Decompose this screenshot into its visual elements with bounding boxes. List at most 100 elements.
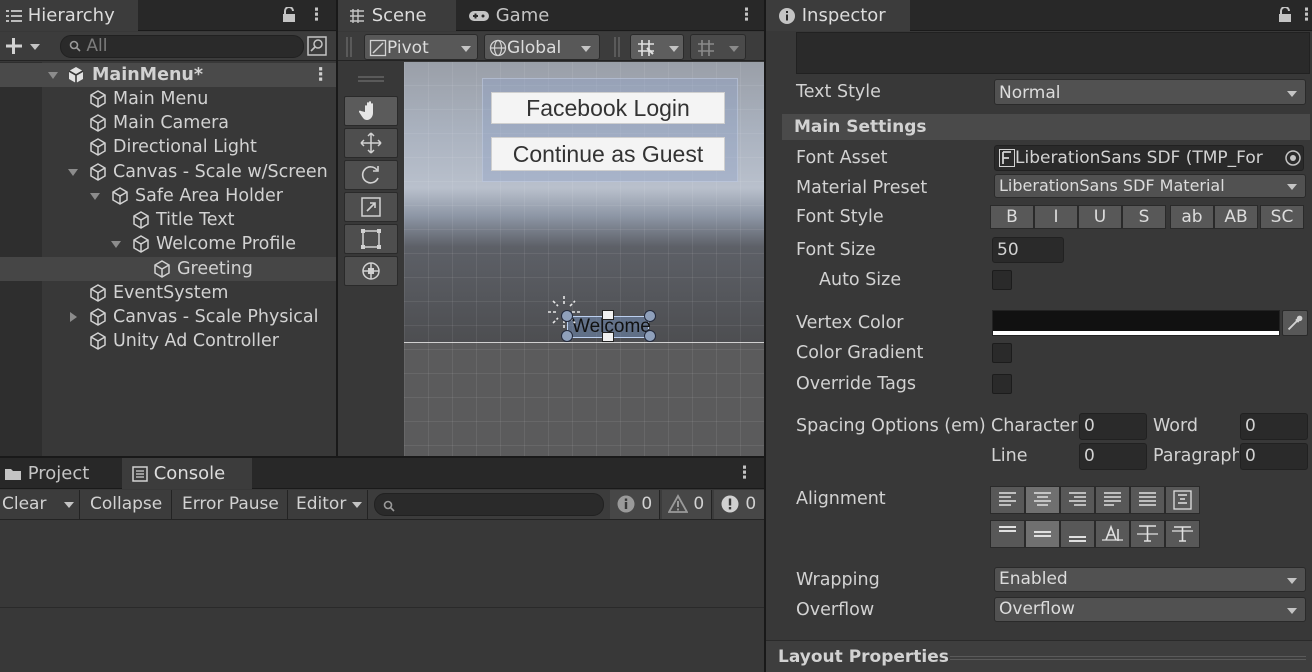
resize-handle[interactable] xyxy=(561,310,573,322)
anchor-handle[interactable] xyxy=(602,310,614,320)
text-input-area[interactable] xyxy=(796,32,1310,74)
hierarchy-item[interactable]: EventSystem xyxy=(0,281,336,305)
global-dropdown[interactable]: Global xyxy=(484,34,600,60)
rect-tool-button[interactable] xyxy=(344,224,398,254)
grid-toggle-button[interactable] xyxy=(690,34,746,60)
collapse-arrow-icon[interactable] xyxy=(70,312,77,322)
align-left-button[interactable] xyxy=(990,486,1025,514)
tab-console[interactable]: Console xyxy=(122,458,252,489)
text-style-dropdown[interactable]: Normal xyxy=(994,79,1306,105)
hierarchy-item[interactable]: Main Camera xyxy=(0,111,336,135)
scene-search-icon[interactable] xyxy=(307,36,327,56)
transform-tool-button[interactable] xyxy=(344,256,398,286)
paragraph-spacing-input[interactable]: 0 xyxy=(1240,443,1308,470)
facebook-login-button[interactable]: Facebook Login xyxy=(491,92,725,124)
expand-arrow-icon[interactable] xyxy=(111,241,121,248)
lowercase-button[interactable]: ab xyxy=(1170,205,1214,229)
console-detail-area[interactable] xyxy=(0,609,764,672)
hierarchy-item[interactable]: Welcome Profile xyxy=(0,232,336,256)
underline-button[interactable]: U xyxy=(1078,205,1122,229)
hierarchy-item[interactable]: Main Menu xyxy=(0,87,336,111)
continue-guest-button[interactable]: Continue as Guest xyxy=(491,137,725,171)
console-log-area[interactable] xyxy=(0,520,764,608)
hierarchy-item[interactable]: Safe Area Holder xyxy=(0,184,336,208)
move-tool-button[interactable] xyxy=(344,128,398,158)
tab-project[interactable]: Project xyxy=(0,458,99,489)
console-menu-icon[interactable]: ⋮ xyxy=(736,458,753,489)
hierarchy-search-input[interactable]: All xyxy=(60,35,304,58)
anchor-handle[interactable] xyxy=(602,332,614,342)
pivot-dropdown[interactable]: Pivot xyxy=(364,34,478,60)
scene-row[interactable]: MainMenu* ⋮ xyxy=(0,63,336,87)
console-search-input[interactable] xyxy=(374,493,604,516)
object-picker-icon[interactable] xyxy=(1284,149,1302,167)
tab-game[interactable]: Game xyxy=(458,0,559,31)
resize-handle[interactable] xyxy=(644,310,656,322)
font-asset-field[interactable]: LiberationSans SDF (TMP_For xyxy=(994,145,1304,171)
hierarchy-item[interactable]: Directional Light xyxy=(0,135,336,159)
align-middle-button[interactable] xyxy=(1025,520,1060,548)
align-right-button[interactable] xyxy=(1060,486,1095,514)
hierarchy-item[interactable]: Unity Ad Controller xyxy=(0,329,336,353)
lock-icon[interactable] xyxy=(282,7,296,23)
layout-properties-section[interactable]: Layout Properties xyxy=(766,640,1312,672)
grid-snap-button[interactable] xyxy=(630,34,684,60)
overflow-dropdown[interactable]: Overflow xyxy=(994,597,1306,622)
uppercase-button[interactable]: AB xyxy=(1214,205,1258,229)
error-pause-button[interactable]: Error Pause xyxy=(176,490,288,519)
clear-button[interactable]: Clear xyxy=(0,490,80,519)
align-justified-button[interactable] xyxy=(1095,486,1130,514)
scene-view[interactable]: Facebook Login Continue as Guest Welcome xyxy=(338,62,764,456)
bold-button[interactable]: B xyxy=(990,205,1034,229)
align-midline-button[interactable] xyxy=(1130,520,1165,548)
info-filter-button[interactable]: 0 xyxy=(610,490,660,519)
add-button[interactable] xyxy=(4,34,42,58)
editor-dropdown[interactable]: Editor xyxy=(292,490,368,519)
strikethrough-button[interactable]: S xyxy=(1122,205,1166,229)
align-baseline-button[interactable] xyxy=(1095,520,1130,548)
scene-menu-icon[interactable]: ⋮ xyxy=(738,0,755,31)
inspector-menu-icon[interactable]: ⋮ xyxy=(1298,0,1312,31)
character-spacing-input[interactable]: 0 xyxy=(1079,413,1147,440)
align-geometry-center-button[interactable] xyxy=(1165,486,1200,514)
warning-filter-button[interactable]: 0 xyxy=(662,490,712,519)
align-flush-button[interactable] xyxy=(1130,486,1165,514)
lock-icon[interactable] xyxy=(1278,7,1292,23)
main-settings-header[interactable]: Main Settings xyxy=(782,114,1310,140)
auto-size-checkbox[interactable] xyxy=(992,270,1012,290)
resize-handle[interactable] xyxy=(561,330,573,342)
hierarchy-item[interactable]: Canvas - Scale Physical xyxy=(0,305,336,329)
italic-button[interactable]: I xyxy=(1034,205,1078,229)
collapse-button[interactable]: Collapse xyxy=(84,490,172,519)
align-capline-button[interactable] xyxy=(1165,520,1200,548)
hand-tool-button[interactable] xyxy=(344,96,398,126)
expand-arrow-icon[interactable] xyxy=(90,193,100,200)
tab-hierarchy[interactable]: Hierarchy xyxy=(0,0,138,31)
font-size-input[interactable]: 50 xyxy=(992,237,1064,263)
eyedropper-icon[interactable] xyxy=(1282,310,1308,336)
hierarchy-item[interactable]: Title Text xyxy=(0,208,336,232)
align-center-button[interactable] xyxy=(1025,486,1060,514)
color-gradient-checkbox[interactable] xyxy=(992,343,1012,363)
expand-arrow-icon[interactable] xyxy=(48,72,58,79)
wrapping-dropdown[interactable]: Enabled xyxy=(994,567,1306,592)
hierarchy-menu-icon[interactable]: ⋮ xyxy=(308,0,325,31)
tab-inspector[interactable]: Inspector xyxy=(766,0,910,31)
word-spacing-input[interactable]: 0 xyxy=(1240,413,1308,440)
material-preset-dropdown[interactable]: LiberationSans SDF Material xyxy=(994,174,1306,198)
vertex-color-swatch[interactable] xyxy=(992,310,1280,336)
hierarchy-item[interactable]: Canvas - Scale w/Screen xyxy=(0,160,336,184)
align-bottom-button[interactable] xyxy=(1060,520,1095,548)
expand-arrow-icon[interactable] xyxy=(68,169,78,176)
smallcaps-button[interactable]: SC xyxy=(1260,205,1304,229)
resize-handle[interactable] xyxy=(644,330,656,342)
tab-scene[interactable]: Scene xyxy=(338,0,456,31)
scene-menu-icon[interactable]: ⋮ xyxy=(312,63,330,87)
override-tags-checkbox[interactable] xyxy=(992,374,1012,394)
line-spacing-input[interactable]: 0 xyxy=(1079,443,1147,470)
hierarchy-item-selected[interactable]: Greeting xyxy=(0,257,336,281)
rotate-tool-button[interactable] xyxy=(344,160,398,190)
align-top-button[interactable] xyxy=(990,520,1025,548)
scale-tool-button[interactable] xyxy=(344,192,398,222)
error-filter-button[interactable]: 0 xyxy=(714,490,764,519)
